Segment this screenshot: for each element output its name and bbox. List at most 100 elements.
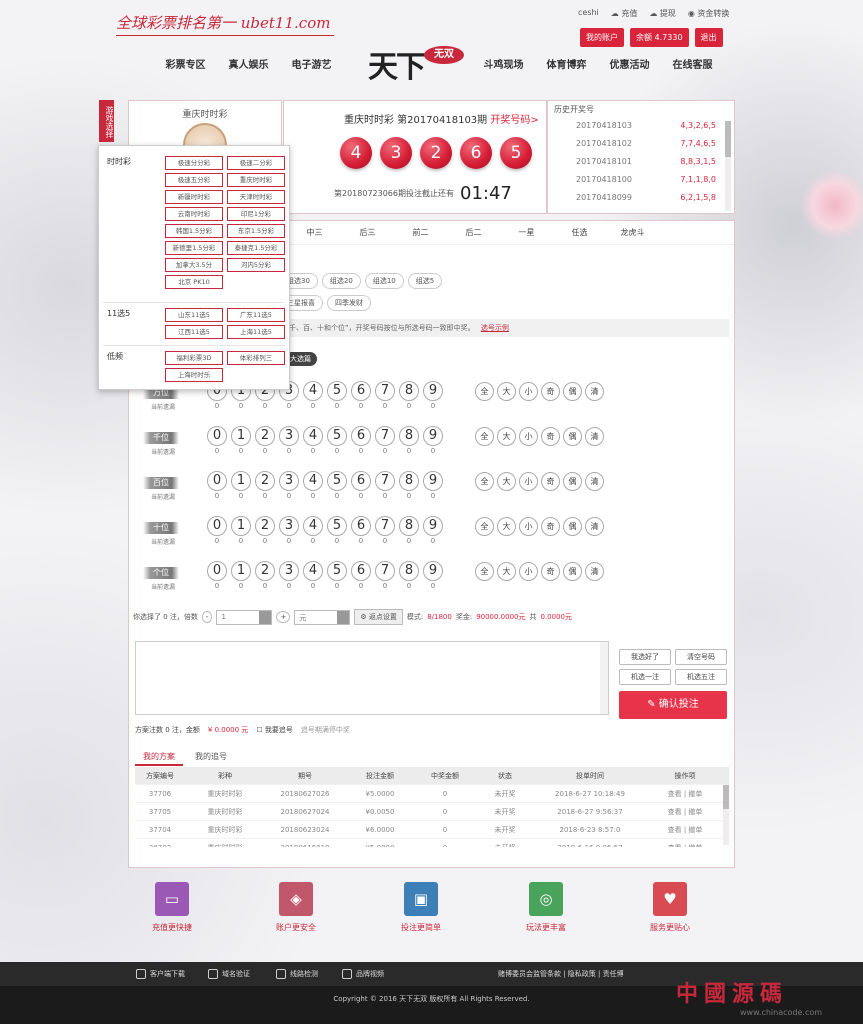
tab-my-tracking[interactable]: 我的追号 xyxy=(187,749,235,766)
nav-item[interactable]: 在线客服 xyxy=(661,56,724,76)
digit-button[interactable]: 8 xyxy=(399,561,419,581)
digit-button[interactable]: 4 xyxy=(303,516,323,536)
balance-button[interactable]: 余额 4.7330 xyxy=(630,28,689,47)
digit-button[interactable]: 3 xyxy=(279,561,299,581)
nav-item[interactable]: 电子游艺 xyxy=(280,56,343,76)
sub-tab[interactable]: 组选10 xyxy=(364,273,404,289)
digit-button[interactable]: 7 xyxy=(375,471,395,491)
digit-button[interactable]: 9 xyxy=(423,516,443,536)
dropdown-item[interactable]: 江西11选5 xyxy=(165,325,223,339)
game-select-tab[interactable]: 游戏选择 xyxy=(99,100,114,142)
quick-select-button[interactable]: 小 xyxy=(519,517,538,536)
dropdown-item[interactable]: 福利彩票3D xyxy=(165,351,223,365)
quick-select-button[interactable]: 小 xyxy=(519,562,538,581)
nav-item[interactable]: 斗鸡现场 xyxy=(472,56,535,76)
quick-select-button[interactable]: 大 xyxy=(497,517,516,536)
digit-button[interactable]: 6 xyxy=(351,516,371,536)
withdraw-link[interactable]: ☁ 提现 xyxy=(649,8,676,19)
digit-button[interactable]: 4 xyxy=(303,381,323,401)
play-tab[interactable]: 中三 xyxy=(288,221,341,244)
sub-tab[interactable]: 组选5 xyxy=(407,273,443,289)
digit-button[interactable]: 6 xyxy=(351,426,371,446)
feature-item[interactable]: ♥ 服务更贴心 xyxy=(630,882,710,933)
quick-select-button[interactable]: 小 xyxy=(519,382,538,401)
play-tab[interactable]: 龙虎斗 xyxy=(606,221,659,244)
my-account-button[interactable]: 我的账户 xyxy=(580,28,624,47)
bet-list-textarea[interactable] xyxy=(135,641,609,715)
dropdown-item[interactable]: 体彩排列三 xyxy=(227,351,285,365)
confirm-bet-button[interactable]: ✎ 确认投注 xyxy=(619,691,727,719)
digit-button[interactable]: 6 xyxy=(351,381,371,401)
site-logo[interactable]: 天下 无双 xyxy=(368,42,468,86)
digit-button[interactable]: 9 xyxy=(423,561,443,581)
draw-results-link[interactable]: 开奖号码> xyxy=(490,115,538,126)
quick-select-button[interactable]: 偶 xyxy=(563,562,582,581)
dropdown-item[interactable]: 极速二分彩 xyxy=(227,156,285,170)
dropdown-item[interactable]: 重庆时时彩 xyxy=(227,173,285,187)
quick-select-button[interactable]: 全 xyxy=(475,427,494,446)
digit-button[interactable]: 3 xyxy=(279,516,299,536)
digit-button[interactable]: 8 xyxy=(399,471,419,491)
quick-select-button[interactable]: 大 xyxy=(497,382,516,401)
play-tab[interactable]: 一星 xyxy=(500,221,553,244)
quick-select-button[interactable]: 清 xyxy=(585,517,604,536)
multiple-input[interactable]: 1 xyxy=(216,609,273,625)
digit-button[interactable]: 5 xyxy=(327,516,347,536)
track-checkbox[interactable]: ☐ 我要追号 xyxy=(256,725,293,735)
play-tab[interactable]: 后二 xyxy=(447,221,500,244)
dropdown-item[interactable]: 泰捷克1.5分彩 xyxy=(227,241,285,255)
dropdown-item[interactable]: 北京 PK10 xyxy=(165,275,223,289)
quick-select-button[interactable]: 奇 xyxy=(541,427,560,446)
digit-button[interactable]: 7 xyxy=(375,561,395,581)
digit-button[interactable]: 5 xyxy=(327,381,347,401)
unit-select[interactable]: 元 xyxy=(294,609,351,625)
quick-select-button[interactable]: 小 xyxy=(519,427,538,446)
dropdown-item[interactable]: 加拿大3.5分 xyxy=(165,258,223,272)
textarea-scrollbar[interactable] xyxy=(600,642,608,714)
dropdown-item[interactable]: 印尼1分彩 xyxy=(227,207,285,221)
digit-button[interactable]: 2 xyxy=(255,516,275,536)
quick-select-button[interactable]: 奇 xyxy=(541,562,560,581)
dropdown-item[interactable]: 新德里1.5分彩 xyxy=(165,241,223,255)
logout-button[interactable]: 退出 xyxy=(694,28,723,47)
digit-button[interactable]: 5 xyxy=(327,471,347,491)
table-cell[interactable]: 查看 | 撤单 xyxy=(645,803,725,820)
digit-button[interactable]: 2 xyxy=(255,561,275,581)
dropdown-item[interactable]: 天津时时彩 xyxy=(227,190,285,204)
footer-link[interactable]: 域名验证 xyxy=(208,969,250,979)
quick-select-button[interactable]: 大 xyxy=(497,472,516,491)
history-scrollbar[interactable] xyxy=(725,121,731,211)
quick-select-button[interactable]: 大 xyxy=(497,427,516,446)
digit-button[interactable]: 3 xyxy=(279,426,299,446)
quick-select-button[interactable]: 大 xyxy=(497,562,516,581)
quick-select-button[interactable]: 奇 xyxy=(541,517,560,536)
quick-select-button[interactable]: 全 xyxy=(475,472,494,491)
quick-select-button[interactable]: 偶 xyxy=(563,517,582,536)
digit-button[interactable]: 9 xyxy=(423,381,443,401)
clear-button[interactable]: 清空号码 xyxy=(675,649,727,665)
dropdown-item[interactable]: 韩国1.5分彩 xyxy=(165,224,223,238)
digit-button[interactable]: 4 xyxy=(303,426,323,446)
digit-button[interactable]: 1 xyxy=(231,561,251,581)
feature-item[interactable]: ◈ 账户更安全 xyxy=(256,882,336,933)
quick-select-button[interactable]: 清 xyxy=(585,382,604,401)
rebate-settings-button[interactable]: ⚙ 返点设置 xyxy=(354,609,403,625)
random-one-button[interactable]: 机选一注 xyxy=(619,669,671,685)
footer-link[interactable]: 品牌视频 xyxy=(342,969,384,979)
quick-select-button[interactable]: 清 xyxy=(585,427,604,446)
digit-button[interactable]: 2 xyxy=(255,471,275,491)
example-link[interactable]: 选号示例 xyxy=(481,324,509,332)
dropdown-item[interactable]: 广东11选5 xyxy=(227,308,285,322)
quick-select-button[interactable]: 偶 xyxy=(563,427,582,446)
digit-button[interactable]: 7 xyxy=(375,381,395,401)
multiple-plus-button[interactable]: + xyxy=(276,611,291,623)
dropdown-item[interactable]: 新疆时时彩 xyxy=(165,190,223,204)
play-tab[interactable]: 前二 xyxy=(394,221,447,244)
digit-button[interactable]: 9 xyxy=(423,471,443,491)
footer-right-links[interactable]: 赌博委员会监管条款 | 隐私政策 | 责任博 xyxy=(498,969,624,979)
quick-select-button[interactable]: 全 xyxy=(475,517,494,536)
digit-button[interactable]: 2 xyxy=(255,426,275,446)
dropdown-item[interactable]: 上海时时乐 xyxy=(165,368,223,382)
nav-item[interactable]: 彩票专区 xyxy=(154,56,217,76)
digit-button[interactable]: 4 xyxy=(303,561,323,581)
